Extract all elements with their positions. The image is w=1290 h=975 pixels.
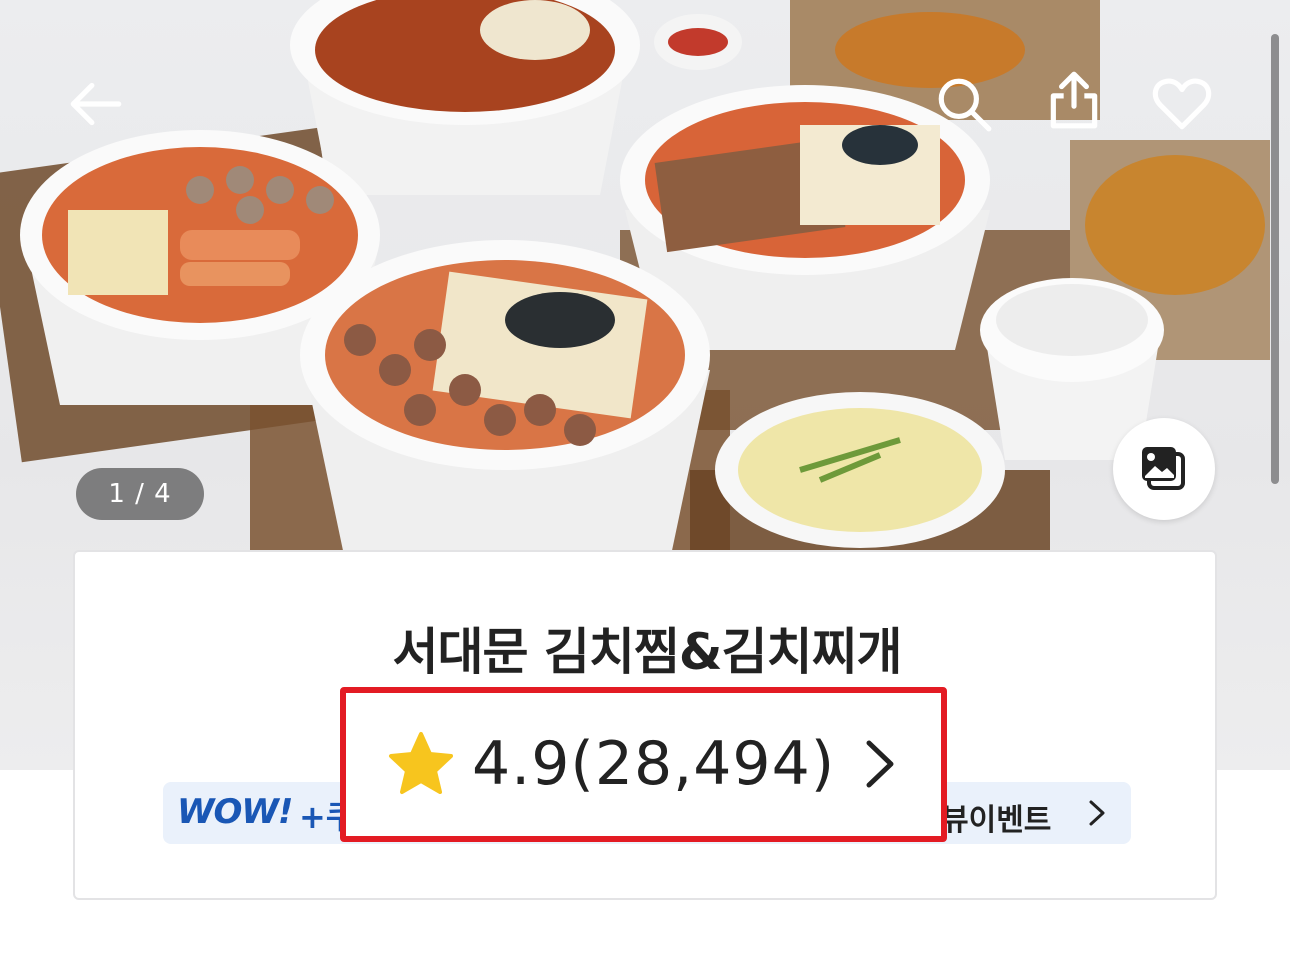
- image-counter: 1 / 4: [76, 468, 204, 520]
- rating-link[interactable]: 4.9(28,494): [386, 719, 899, 809]
- promo-event-text: 뷰이벤트: [941, 803, 1052, 838]
- heart-outline-icon: [1152, 78, 1212, 130]
- gallery-button[interactable]: [1113, 418, 1215, 520]
- favorite-button[interactable]: [1142, 64, 1222, 144]
- share-icon: [1050, 71, 1098, 129]
- wow-logo: WOW!: [177, 792, 293, 832]
- rating-highlight-box: 4.9(28,494): [340, 687, 947, 842]
- chevron-right-icon: [1089, 800, 1105, 826]
- chevron-right-icon: [866, 740, 894, 788]
- arrow-left-icon: [70, 82, 122, 126]
- star-icon: [389, 732, 453, 794]
- back-button[interactable]: [56, 64, 136, 144]
- search-button[interactable]: [924, 64, 1004, 144]
- rating-value: 4.9(28,494): [472, 729, 836, 799]
- search-icon: [938, 78, 992, 132]
- photo-gallery-icon: [1142, 447, 1185, 490]
- store-name: 서대문 김치찜&김치찌개: [392, 623, 902, 681]
- scrollbar[interactable]: [1271, 34, 1279, 484]
- share-button[interactable]: [1034, 60, 1114, 140]
